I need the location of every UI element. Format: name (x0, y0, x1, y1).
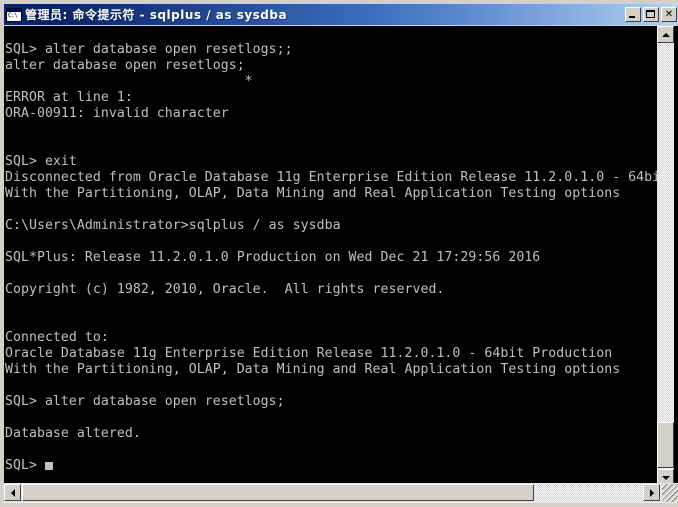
scroll-up-button[interactable] (657, 26, 674, 43)
console-output[interactable]: SQL> alter database open resetlogs;; alte… (4, 26, 657, 486)
chevron-down-icon (661, 475, 670, 480)
console-viewport: SQL> alter database open resetlogs;; alte… (4, 26, 678, 486)
console-line: SQL> exit (5, 154, 77, 169)
vertical-scrollbar-thumb[interactable] (657, 422, 674, 468)
minimize-icon (629, 16, 635, 18)
chevron-right-icon (649, 488, 654, 497)
console-line: C:\Users\Administrator>sqlplus / as sysd… (5, 218, 341, 233)
console-line: Connected to: (5, 330, 109, 345)
horizontal-scrollbar[interactable] (4, 483, 678, 503)
command-prompt-window: C:\ 管理员: 命令提示符 - sqlplus / as sysdba ✕ S… (0, 0, 678, 507)
console-line: With the Partitioning, OLAP, Data Mining… (5, 186, 621, 201)
text-cursor (44, 462, 53, 470)
scroll-right-button[interactable] (643, 484, 660, 501)
maximize-icon (646, 10, 655, 18)
window-title: 管理员: 命令提示符 - sqlplus / as sysdba (25, 8, 288, 22)
console-line: ERROR at line 1: (5, 90, 133, 105)
title-bar[interactable]: C:\ 管理员: 命令提示符 - sqlplus / as sysdba ✕ (4, 4, 678, 25)
close-icon: ✕ (664, 8, 674, 20)
console-line: SQL> alter database open resetlogs; (5, 394, 285, 409)
console-line: SQL> alter database open resetlogs;; (5, 42, 293, 57)
console-line: * (5, 74, 253, 89)
window-controls: ✕ (625, 7, 678, 22)
chevron-left-icon (10, 488, 15, 497)
console-line: Oracle Database 11g Enterprise Edition R… (5, 346, 613, 361)
horizontal-scrollbar-thumb[interactable] (22, 484, 534, 501)
console-line: alter database open resetlogs; (5, 58, 245, 73)
minimize-button[interactable] (625, 7, 641, 22)
console-line: Database altered. (5, 426, 141, 441)
close-button[interactable]: ✕ (661, 7, 677, 22)
scroll-left-button[interactable] (4, 484, 21, 501)
console-line: ORA-00911: invalid character (5, 106, 229, 121)
chevron-up-icon (661, 32, 670, 37)
console-icon: C:\ (6, 7, 22, 22)
console-line: Disconnected from Oracle Database 11g En… (5, 170, 657, 185)
resize-grip[interactable] (662, 484, 678, 502)
maximize-button[interactable] (643, 7, 659, 22)
console-line: With the Partitioning, OLAP, Data Mining… (5, 362, 621, 377)
console-line: SQL*Plus: Release 11.2.0.1.0 Production … (5, 250, 541, 265)
vertical-scrollbar[interactable] (657, 26, 674, 486)
console-line: Copyright (c) 1982, 2010, Oracle. All ri… (5, 282, 445, 297)
console-icon-glyph: C:\ (8, 11, 18, 19)
console-line: SQL> (5, 458, 657, 474)
